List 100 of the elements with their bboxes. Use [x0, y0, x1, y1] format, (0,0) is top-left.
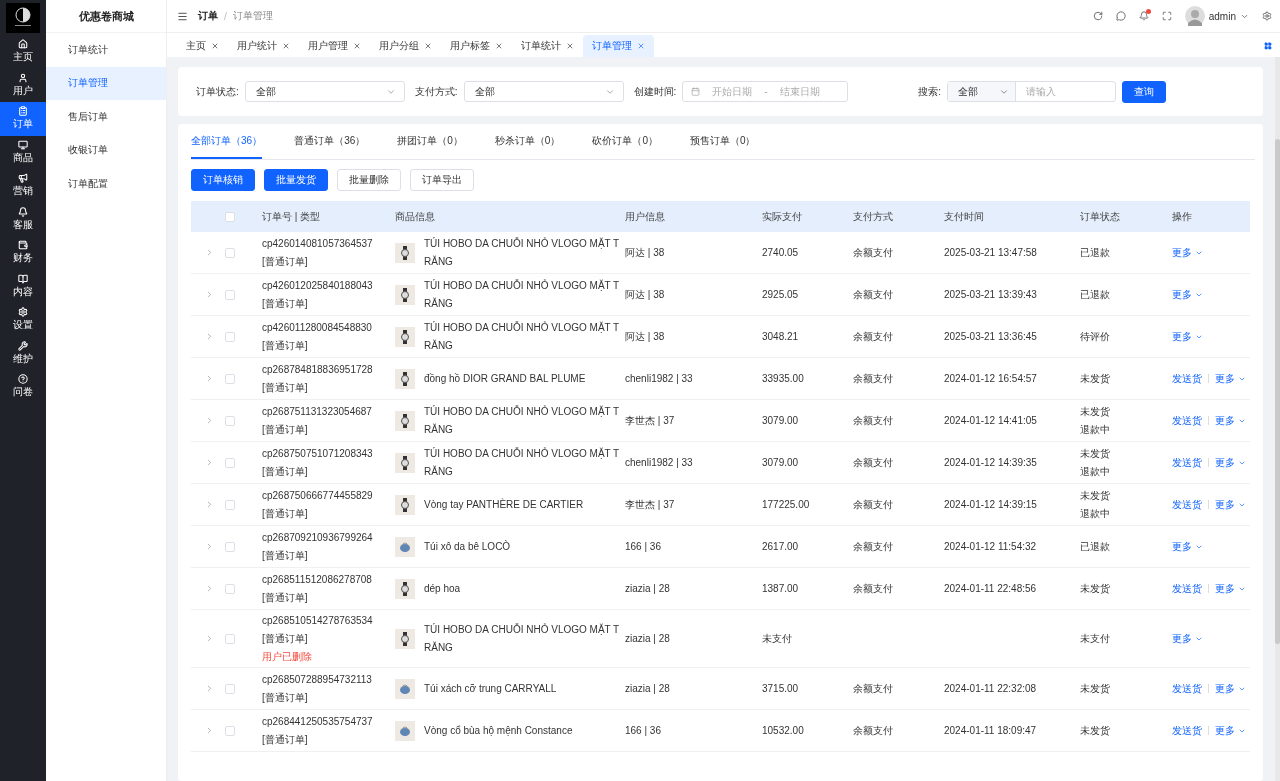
select-all-checkbox[interactable]	[225, 211, 235, 222]
order-tab[interactable]: 秒杀订单（0）	[494, 124, 593, 159]
order-tab[interactable]: 普通订单（36）	[294, 124, 398, 159]
action-button[interactable]: 批量删除	[337, 169, 401, 191]
row-checkbox[interactable]	[225, 725, 235, 736]
sidebar-item[interactable]: 客服	[0, 202, 46, 236]
settings-icon[interactable]	[1262, 11, 1272, 21]
sidebar-item[interactable]: 主页	[0, 35, 46, 69]
sidebar-item[interactable]: 财务	[0, 236, 46, 270]
action-button[interactable]: 批量发货	[264, 169, 328, 191]
submenu-item[interactable]: 售后订单	[46, 100, 166, 134]
expand-icon[interactable]	[205, 634, 214, 643]
order-tab[interactable]: 全部订单（36）	[191, 124, 263, 159]
row-checkbox[interactable]	[225, 247, 235, 258]
expand-icon[interactable]	[205, 584, 214, 593]
ship-link[interactable]: 发送货	[1172, 497, 1202, 512]
page-tab[interactable]: 用户标签	[441, 35, 512, 57]
payment-select[interactable]: 全部	[463, 81, 624, 102]
sidebar-item[interactable]: 用户	[0, 68, 46, 102]
expand-icon[interactable]	[205, 248, 214, 257]
order-tab[interactable]: 预售订单（0）	[689, 124, 788, 159]
row-checkbox[interactable]	[225, 499, 235, 510]
page-tab[interactable]: 用户统计	[228, 35, 299, 57]
more-link[interactable]: 更多	[1215, 371, 1246, 386]
action-button[interactable]: 订单导出	[410, 169, 474, 191]
close-icon[interactable]	[211, 42, 219, 50]
more-link[interactable]: 更多	[1215, 681, 1246, 696]
close-icon[interactable]	[495, 42, 503, 50]
action-button[interactable]: 订单核销	[191, 169, 255, 191]
page-tab[interactable]: 订单管理	[583, 35, 654, 57]
chat-icon[interactable]	[1115, 11, 1126, 21]
page-tab[interactable]: 用户管理	[299, 35, 370, 57]
expand-icon[interactable]	[205, 726, 214, 735]
fullscreen-icon[interactable]	[1161, 11, 1172, 21]
more-link[interactable]: 更多	[1215, 723, 1246, 738]
row-checkbox[interactable]	[225, 633, 235, 644]
order-status: 未发货	[1080, 446, 1111, 461]
sidebar-item[interactable]: 订单	[0, 102, 46, 136]
row-checkbox[interactable]	[225, 683, 235, 694]
submenu-item[interactable]: 收银订单	[46, 133, 166, 167]
refresh-icon[interactable]	[1092, 11, 1103, 21]
row-checkbox[interactable]	[225, 457, 235, 468]
more-link[interactable]: 更多	[1172, 631, 1203, 646]
more-link[interactable]: 更多	[1172, 287, 1203, 302]
sidebar-item[interactable]: 设置	[0, 303, 46, 337]
expand-icon[interactable]	[205, 416, 214, 425]
row-checkbox[interactable]	[225, 583, 235, 594]
more-link[interactable]: 更多	[1172, 329, 1203, 344]
notification-icon[interactable]	[1138, 11, 1149, 21]
close-icon[interactable]	[353, 42, 361, 50]
expand-icon[interactable]	[205, 458, 214, 467]
row-checkbox[interactable]	[225, 331, 235, 342]
expand-icon[interactable]	[205, 290, 214, 299]
more-link[interactable]: 更多	[1215, 497, 1246, 512]
row-checkbox[interactable]	[225, 541, 235, 552]
ship-link[interactable]: 发送货	[1172, 455, 1202, 470]
page-tab[interactable]: 订单统计	[512, 35, 583, 57]
sidebar-item[interactable]: 问卷	[0, 370, 46, 404]
user-name[interactable]: admin	[1208, 10, 1236, 22]
submenu-item[interactable]: 订单配置	[46, 167, 166, 201]
breadcrumb-item[interactable]: 订单	[198, 9, 218, 23]
order-tab[interactable]: 砍价订单（0）	[592, 124, 690, 159]
more-link[interactable]: 更多	[1215, 455, 1246, 470]
scrollbar-thumb[interactable]	[1275, 139, 1280, 644]
more-link[interactable]: 更多	[1172, 539, 1203, 554]
avatar[interactable]	[1184, 6, 1205, 26]
status-select[interactable]: 全部	[244, 81, 405, 102]
row-checkbox[interactable]	[225, 373, 235, 384]
expand-icon[interactable]	[205, 542, 214, 551]
row-checkbox[interactable]	[225, 289, 235, 300]
close-icon[interactable]	[566, 42, 574, 50]
expand-icon[interactable]	[205, 684, 214, 693]
ship-link[interactable]: 发送货	[1172, 371, 1202, 386]
sidebar-item[interactable]: 维护	[0, 336, 46, 370]
sidebar-item[interactable]: 营销	[0, 169, 46, 203]
page-tab[interactable]: 用户分组	[370, 35, 441, 57]
ship-link[interactable]: 发送货	[1172, 413, 1202, 428]
close-icon[interactable]	[282, 42, 290, 50]
submenu-item[interactable]: 订单管理	[46, 66, 166, 100]
ship-link[interactable]: 发送货	[1172, 581, 1202, 596]
close-icon[interactable]	[424, 42, 432, 50]
close-icon[interactable]	[637, 42, 645, 50]
row-checkbox[interactable]	[225, 415, 235, 426]
ship-link[interactable]: 发送货	[1172, 681, 1202, 696]
search-field[interactable]: 全部 请输入	[947, 81, 1117, 102]
expand-icon[interactable]	[205, 374, 214, 383]
more-link[interactable]: 更多	[1215, 413, 1246, 428]
query-button[interactable]: 查询	[1122, 80, 1167, 103]
page-tab[interactable]: 主页	[177, 35, 228, 57]
ship-link[interactable]: 发送货	[1172, 723, 1202, 738]
sidebar-item[interactable]: 商品	[0, 135, 46, 169]
search-scope-select[interactable]: 全部	[948, 82, 1017, 101]
more-link[interactable]: 更多	[1172, 245, 1203, 260]
more-link[interactable]: 更多	[1215, 581, 1246, 596]
order-tab[interactable]: 拼团订单（0）	[397, 124, 495, 159]
expand-icon[interactable]	[205, 500, 214, 509]
submenu-item[interactable]: 订单统计	[46, 33, 166, 67]
grid-icon[interactable]	[1264, 42, 1272, 50]
expand-icon[interactable]	[205, 332, 214, 341]
sidebar-item[interactable]: 内容	[0, 269, 46, 303]
